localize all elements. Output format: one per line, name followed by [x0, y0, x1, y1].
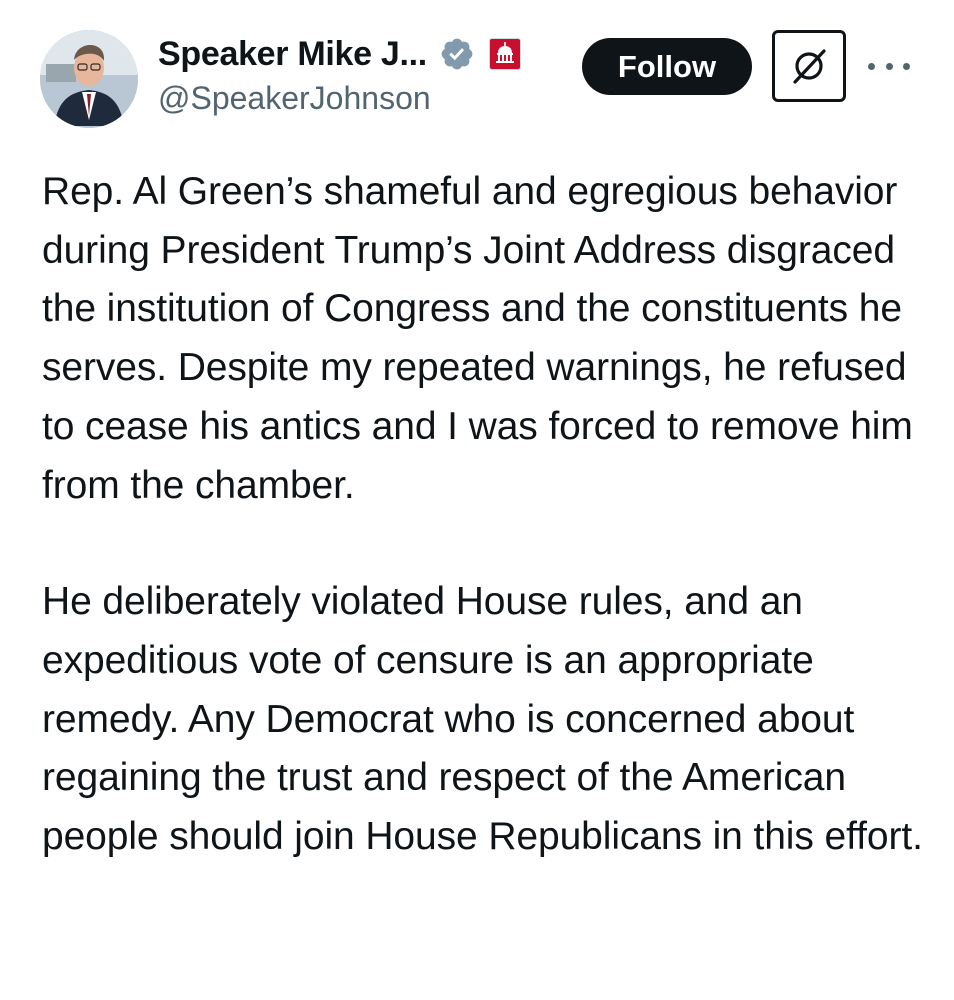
tweet-paragraph: He deliberately violated House rules, an…: [42, 580, 923, 859]
tweet-paragraph: Rep. Al Green’s shameful and egregious b…: [42, 170, 913, 507]
more-dot: [903, 62, 910, 70]
display-name[interactable]: Speaker Mike J...: [158, 35, 427, 74]
author-handle[interactable]: @SpeakerJohnson: [158, 80, 431, 117]
more-dot: [868, 62, 875, 70]
grok-icon: [793, 49, 826, 84]
tweet-header: Speaker Mike J... @SpeakerJohnson Follow: [0, 0, 954, 150]
avatar[interactable]: [40, 30, 138, 128]
avatar-photo: [40, 30, 138, 128]
capitol-affiliation-icon[interactable]: [488, 38, 521, 70]
more-dot: [885, 62, 893, 70]
author-name-row: Speaker Mike J...: [158, 30, 521, 78]
follow-button[interactable]: Follow: [582, 38, 752, 95]
grok-button[interactable]: [772, 30, 846, 102]
verified-badge-icon: [439, 36, 475, 72]
tweet-text: Rep. Al Green’s shameful and egregious b…: [42, 163, 932, 867]
more-options-icon[interactable]: [868, 54, 910, 78]
